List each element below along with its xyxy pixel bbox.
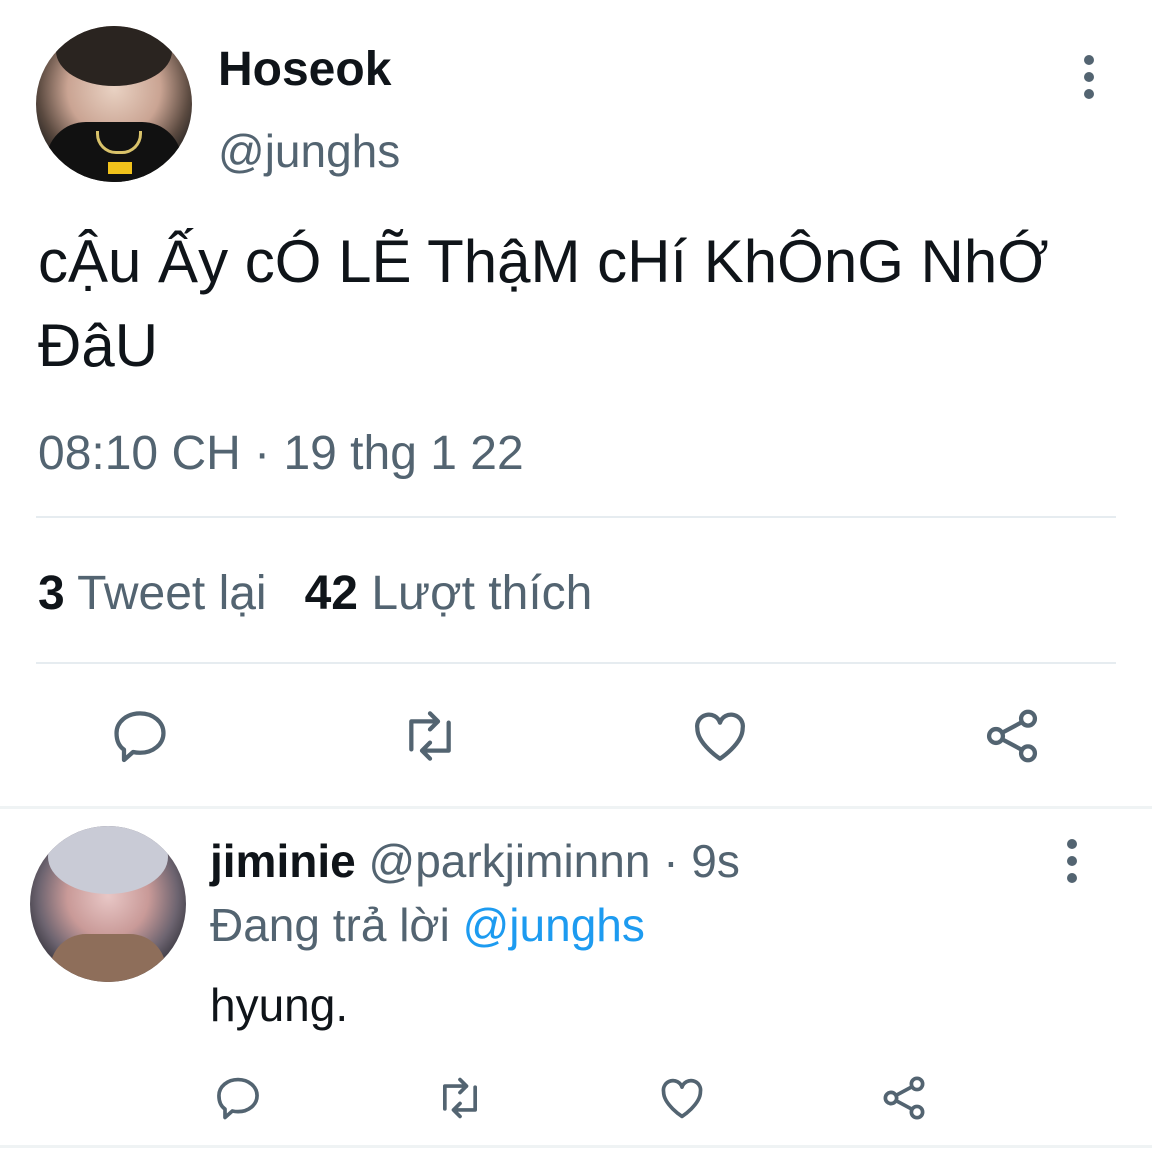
thread-separator <box>0 1145 1152 1148</box>
reply-time: · 9s <box>663 835 740 887</box>
reply-author-name[interactable]: jiminie <box>210 835 356 887</box>
reply-author-handle[interactable]: @parkjiminnn <box>369 835 651 887</box>
reply-icon[interactable] <box>108 704 172 768</box>
more-options-icon[interactable] <box>1058 836 1086 886</box>
reply-text: hyung. <box>210 979 349 1031</box>
share-icon[interactable] <box>980 704 1044 768</box>
reply-author-avatar[interactable] <box>30 826 186 982</box>
like-label: Lượt thích <box>371 567 593 620</box>
divider <box>36 662 1116 664</box>
like-icon[interactable] <box>656 1072 708 1124</box>
retweet-icon[interactable] <box>398 704 462 768</box>
like-stat[interactable]: 42 Lượt thích <box>305 567 593 620</box>
reply-icon[interactable] <box>212 1072 264 1124</box>
thread-separator <box>0 806 1152 809</box>
tweet-text: cẬu Ấy cÓ LẼ ThậM cHí KhÔnG NhỚ ĐâU <box>38 228 1049 379</box>
tweet-timestamp[interactable]: 08:10 CH · 19 thg 1 22 <box>38 426 524 481</box>
retweet-label: Tweet lại <box>77 567 267 620</box>
reply-header: jiminie @parkjiminnn · 9s <box>210 834 740 888</box>
author-avatar[interactable] <box>36 26 192 182</box>
author-name[interactable]: Hoseok <box>218 42 391 97</box>
divider <box>36 516 1116 518</box>
more-options-icon[interactable] <box>1075 52 1103 102</box>
author-handle[interactable]: @junghs <box>218 124 400 178</box>
like-count: 42 <box>304 567 358 620</box>
replying-prefix: Đang trả lời <box>210 899 450 951</box>
retweet-stat[interactable]: 3 Tweet lại <box>38 567 267 620</box>
retweet-icon[interactable] <box>434 1072 486 1124</box>
tweet-stats: 3 Tweet lại 42 Lượt thích <box>38 566 592 621</box>
retweet-count: 3 <box>38 567 65 620</box>
like-icon[interactable] <box>688 704 752 768</box>
share-icon[interactable] <box>878 1072 930 1124</box>
replying-to: Đang trả lời @junghs <box>210 898 645 952</box>
replying-mention[interactable]: @junghs <box>463 899 645 951</box>
